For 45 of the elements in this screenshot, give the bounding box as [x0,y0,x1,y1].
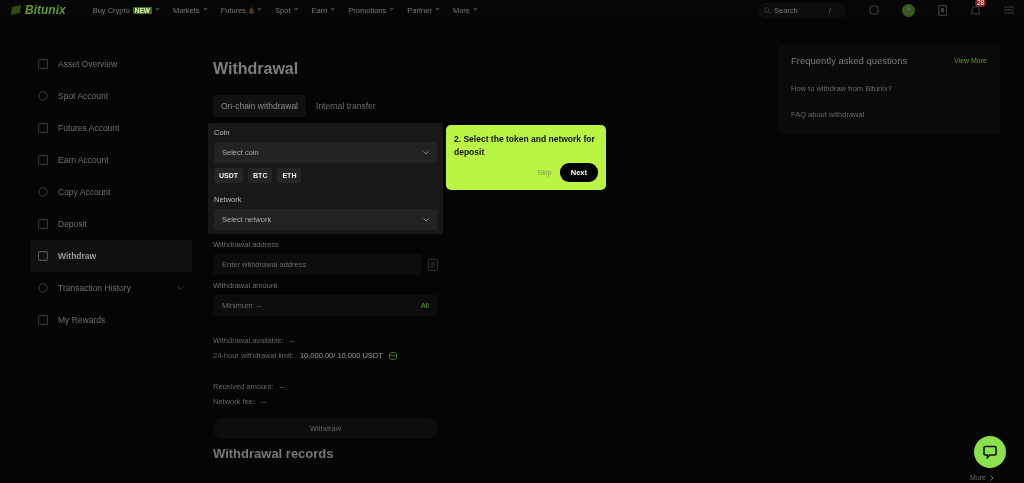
avatar-icon[interactable] [902,3,915,17]
sidebar-item[interactable]: Deposit [30,208,192,240]
sidebar-item[interactable]: My Rewards [30,304,192,336]
chevron-down-icon [423,217,429,222]
logo-text[interactable]: Bitunix [25,3,66,17]
chevron-right-icon [990,474,994,481]
sidebar-item[interactable]: Futures Account [30,112,192,144]
account-icon [38,59,48,69]
account-icon [38,155,48,165]
chat-bubble-icon [983,445,997,459]
chevron-down-icon [423,150,429,155]
caret-icon [154,8,160,12]
account-icon [38,283,48,293]
account-icon [38,187,48,197]
bell-icon[interactable] [970,4,981,16]
tooltip-text: 2. Select the token and network for deposit [454,133,596,159]
caret-icon [434,8,440,12]
caret-icon [389,8,395,12]
sidebar-item[interactable]: Withdraw [30,240,192,272]
sidebar-item[interactable]: Spot Account [30,80,192,112]
caret-icon [202,8,208,12]
tab[interactable]: On-chain withdrawal [213,95,306,117]
chat-button[interactable] [974,436,1006,468]
caret-icon [473,8,478,12]
logo-icon [10,4,22,16]
coins-icon[interactable] [388,351,398,360]
account-icon [38,219,48,229]
account-icon [38,315,48,325]
account-icon [38,123,48,133]
sidebar-item[interactable]: Asset Overview [30,48,192,80]
faq-title: Frequently asked questions [791,55,908,66]
address-book-icon[interactable] [428,258,438,271]
caret-icon [330,8,336,12]
sidebar-item[interactable]: Transaction History [30,272,192,304]
section-heading: Withdrawal records [213,446,335,461]
tab[interactable]: Internal transfer [308,95,384,117]
search-icon [764,6,771,14]
chevron-down-icon [177,285,184,291]
account-icon [38,251,48,261]
caret-icon [293,8,299,12]
sidebar-item[interactable]: Earn Account [30,144,192,176]
caret-icon [257,8,263,12]
page-title: Withdrawal [213,60,300,78]
account-icon [38,91,48,101]
sidebar-item[interactable]: Copy Account [30,176,192,208]
